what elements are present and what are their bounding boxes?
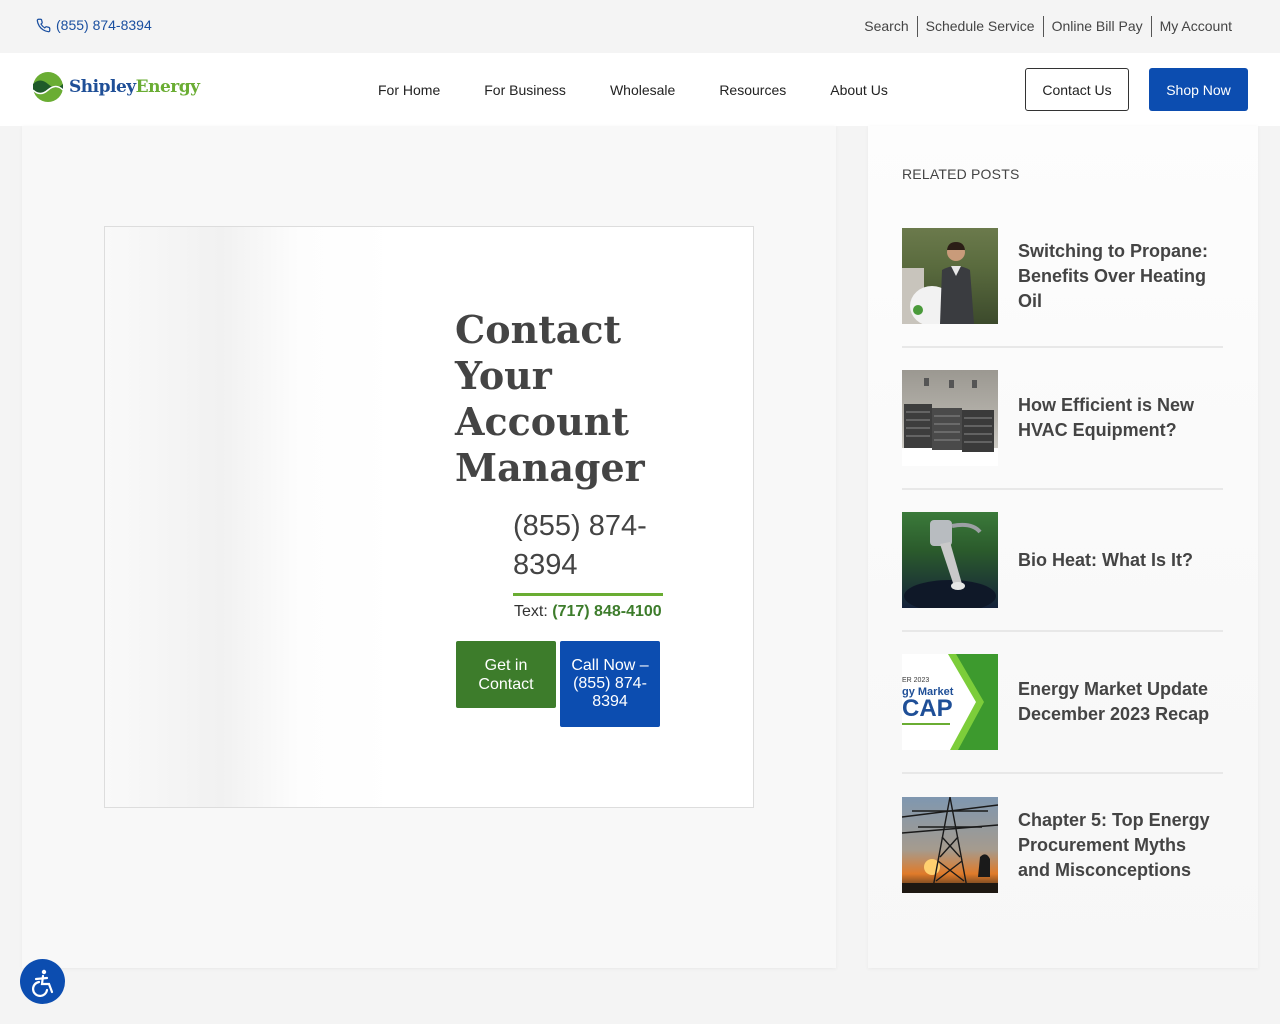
contact-title: Contact Your Account Manager bbox=[455, 307, 645, 490]
text-line: Text: (717) 848-4100 bbox=[514, 603, 662, 621]
main-header: ShipleyEnergy For Home For Business Whol… bbox=[0, 53, 1280, 126]
accessibility-icon bbox=[31, 969, 53, 997]
related-posts-heading: RELATED POSTS bbox=[902, 166, 1020, 182]
utility-bar: (855) 874-8394 Search Schedule Service O… bbox=[0, 0, 1280, 53]
power-tower-image bbox=[902, 797, 998, 893]
post-thumbnail-hvac[interactable] bbox=[902, 370, 998, 466]
logo[interactable]: ShipleyEnergy bbox=[31, 70, 200, 104]
phone-icon bbox=[36, 18, 51, 32]
recap-line-3: CAP bbox=[902, 695, 953, 722]
logo-word-energy: Energy bbox=[135, 77, 200, 97]
nav-about-us[interactable]: About Us bbox=[830, 82, 888, 98]
post-title[interactable]: How Efficient is New HVAC Equipment? bbox=[1018, 393, 1223, 443]
text-label: Text: bbox=[514, 603, 548, 620]
related-posts-sidebar: RELATED POSTS Switching to Propane: Bene… bbox=[868, 126, 1258, 968]
nav-wholesale[interactable]: Wholesale bbox=[610, 82, 675, 98]
accessibility-button[interactable] bbox=[20, 959, 65, 1004]
fuel-nozzle-image bbox=[904, 520, 996, 608]
nav-for-home[interactable]: For Home bbox=[378, 82, 440, 98]
recap-graphic-image: ER 2023 gy Market CAP bbox=[902, 654, 998, 750]
text-number-link[interactable]: (717) 848-4100 bbox=[552, 603, 661, 620]
utility-link-my-account[interactable]: My Account bbox=[1152, 15, 1240, 37]
post-thumbnail-propane[interactable] bbox=[902, 228, 998, 324]
person-with-tank-image bbox=[902, 242, 974, 324]
logo-word-shipley: Shipley bbox=[69, 77, 136, 97]
post-thumbnail-procurement-myths[interactable] bbox=[902, 797, 998, 893]
top-phone-link[interactable]: (855) 874-8394 bbox=[36, 17, 152, 33]
related-post[interactable]: ER 2023 gy Market CAP Energy Market Upda… bbox=[902, 632, 1223, 774]
main-nav: For Home For Business Wholesale Resource… bbox=[378, 82, 888, 98]
recap-line-1: ER 2023 bbox=[902, 677, 929, 684]
related-posts-list: Switching to Propane: Benefits Over Heat… bbox=[902, 206, 1223, 916]
post-title[interactable]: Energy Market Update December 2023 Recap bbox=[1018, 677, 1223, 727]
related-post[interactable]: Bio Heat: What Is It? bbox=[902, 490, 1223, 632]
utility-link-online-bill-pay[interactable]: Online Bill Pay bbox=[1044, 15, 1151, 37]
related-post[interactable]: Chapter 5: Top Energy Procurement Myths … bbox=[902, 774, 1223, 916]
nav-resources[interactable]: Resources bbox=[719, 82, 786, 98]
hvac-units-image bbox=[902, 378, 998, 466]
top-phone-number: (855) 874-8394 bbox=[56, 17, 152, 33]
post-title[interactable]: Bio Heat: What Is It? bbox=[1018, 548, 1193, 573]
call-now-button[interactable]: Call Now – (855) 874-8394 bbox=[560, 641, 660, 727]
post-title[interactable]: Switching to Propane: Benefits Over Heat… bbox=[1018, 239, 1223, 314]
related-post[interactable]: How Efficient is New HVAC Equipment? bbox=[902, 348, 1223, 490]
logo-text: ShipleyEnergy bbox=[69, 77, 200, 97]
get-in-contact-button[interactable]: Get in Contact bbox=[456, 641, 556, 708]
related-post[interactable]: Switching to Propane: Benefits Over Heat… bbox=[902, 206, 1223, 348]
shop-now-button[interactable]: Shop Now bbox=[1149, 68, 1248, 111]
utility-link-schedule-service[interactable]: Schedule Service bbox=[918, 15, 1043, 37]
post-title[interactable]: Chapter 5: Top Energy Procurement Myths … bbox=[1018, 808, 1223, 883]
account-manager-card: Contact Your Account Manager (855) 874-8… bbox=[104, 226, 754, 808]
nav-for-business[interactable]: For Business bbox=[484, 82, 566, 98]
utility-links: Search Schedule Service Online Bill Pay … bbox=[856, 15, 1240, 37]
utility-link-search[interactable]: Search bbox=[856, 15, 916, 37]
post-thumbnail-market-recap[interactable]: ER 2023 gy Market CAP bbox=[902, 654, 998, 750]
shipley-logo-icon bbox=[32, 72, 64, 102]
contact-phone-number[interactable]: (855) 874-8394 bbox=[513, 507, 663, 596]
main-content: Contact Your Account Manager (855) 874-8… bbox=[22, 126, 836, 968]
post-thumbnail-bio-heat[interactable] bbox=[902, 512, 998, 608]
contact-us-button[interactable]: Contact Us bbox=[1025, 68, 1129, 111]
